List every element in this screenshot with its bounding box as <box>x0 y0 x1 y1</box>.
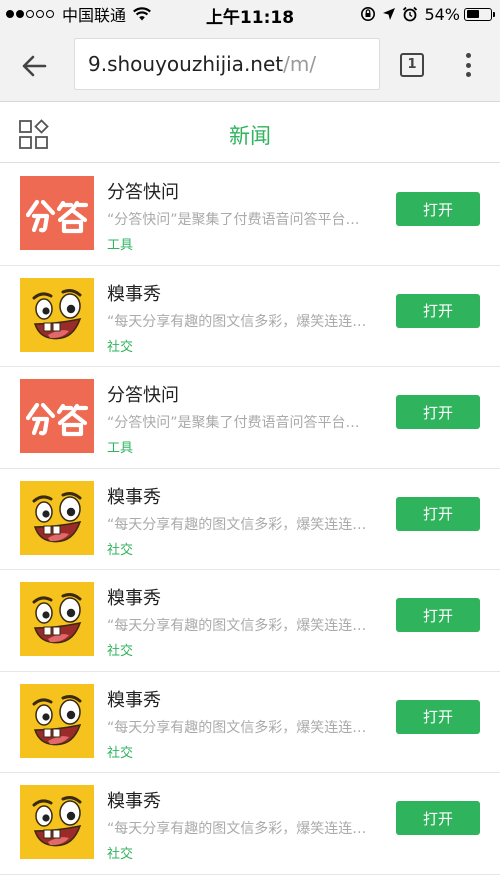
app-description: “分答快问”是聚集了付费语音问答平台… <box>107 415 360 431</box>
app-name[interactable]: 糗事秀 <box>107 483 161 509</box>
open-app-button[interactable]: 打开 <box>396 496 480 531</box>
app-name[interactable]: 糗事秀 <box>107 787 161 813</box>
app-category: 社交 <box>107 644 134 659</box>
battery-fill <box>466 10 479 18</box>
app-list-item[interactable]: 糗事秀 “每天分享有趣的图文信多彩，爆笑连连… 社交 打开 <box>0 468 500 570</box>
app-list-item[interactable]: 糗事秀 “每天分享有趣的图文信多彩，爆笑连连… 社交 打开 <box>0 773 500 875</box>
app-category: 社交 <box>107 847 134 862</box>
app-name[interactable]: 糗事秀 <box>107 584 161 610</box>
app-category: 工具 <box>107 441 134 456</box>
open-app-button[interactable]: 打开 <box>396 598 480 632</box>
back-button[interactable] <box>18 50 50 82</box>
app-list-item[interactable]: 分答快问 “分答快问”是聚集了付费语音问答平台… 工具 打开 <box>0 367 500 469</box>
status-bar: 中国联通 上午11:18 54% <box>0 0 500 28</box>
app-name[interactable]: 糗事秀 <box>107 686 161 712</box>
app-list-item[interactable]: 糗事秀 “每天分享有趣的图文信多彩，爆笑连连… 社交 打开 <box>0 265 500 367</box>
funny-face-icon[interactable] <box>20 480 94 555</box>
app-list-item[interactable]: 糗事秀 “每天分享有趣的图文信多彩，爆笑连连… 社交 打开 <box>0 671 500 773</box>
grid-icon <box>19 119 49 149</box>
open-app-button[interactable]: 打开 <box>396 192 480 226</box>
category-grid-button[interactable] <box>18 119 50 151</box>
open-app-button[interactable]: 打开 <box>396 699 480 734</box>
browser-toolbar: 9.shouyouzhijia.net/m/ 1 <box>0 28 500 102</box>
more-menu-button[interactable] <box>460 50 476 80</box>
address-bar[interactable]: 9.shouyouzhijia.net/m/ <box>74 38 380 90</box>
arrow-left-icon <box>22 55 47 77</box>
app-category: 社交 <box>107 339 134 355</box>
page-title: 新闻 <box>229 124 271 148</box>
app-list: 分答快问 “分答快问”是聚集了付费语音问答平台… 工具 打开 糗事秀 “每天分享有趣的图… <box>0 164 500 875</box>
funny-face-icon[interactable] <box>20 683 94 758</box>
location-arrow-icon <box>383 8 396 20</box>
battery-percent: 54% <box>424 4 460 24</box>
rotation-lock-icon <box>361 7 376 21</box>
page-header: 新闻 <box>0 103 500 163</box>
app-name[interactable]: 分答快问 <box>107 178 179 204</box>
battery-icon <box>464 7 495 21</box>
open-app-button[interactable]: 打开 <box>396 395 480 429</box>
tab-switcher-button[interactable]: 1 <box>400 53 424 77</box>
funny-face-icon[interactable] <box>20 277 94 352</box>
app-name[interactable]: 糗事秀 <box>107 280 161 306</box>
app-description: “每天分享有趣的图文信多彩，爆笑连连… <box>107 719 367 736</box>
app-description: “每天分享有趣的图文信多彩，爆笑连连… <box>107 313 367 330</box>
app-description: “分答快问”是聚集了付费语音问答平台… <box>107 212 360 228</box>
app-category: 社交 <box>107 542 134 558</box>
alarm-icon <box>403 6 418 22</box>
app-category: 工具 <box>107 238 134 253</box>
fenda-logo-icon[interactable] <box>20 379 94 453</box>
wifi-icon <box>133 7 151 21</box>
status-left: 中国联通 <box>6 4 152 25</box>
status-right: 54% <box>360 4 495 24</box>
signal-strength-icon <box>6 10 56 18</box>
app-name[interactable]: 分答快问 <box>107 381 179 407</box>
funny-face-icon[interactable] <box>20 582 94 656</box>
open-app-button[interactable]: 打开 <box>396 801 480 835</box>
app-description: “每天分享有趣的图文信多彩，爆笑连连… <box>107 821 367 837</box>
carrier-name: 中国联通 <box>62 6 127 25</box>
app-description: “每天分享有趣的图文信多彩，爆笑连连… <box>107 516 367 533</box>
app-list-item[interactable]: 糗事秀 “每天分享有趣的图文信多彩，爆笑连连… 社交 打开 <box>0 570 500 672</box>
url-host: 9.shouyouzhijia.net <box>88 52 284 76</box>
url-path: /m/ <box>283 52 317 76</box>
funny-face-icon[interactable] <box>20 785 94 859</box>
app-list-item[interactable]: 分答快问 “分答快问”是聚集了付费语音问答平台… 工具 打开 <box>0 164 500 266</box>
fenda-logo-icon[interactable] <box>20 176 94 250</box>
app-category: 社交 <box>107 745 134 761</box>
open-app-button[interactable]: 打开 <box>396 293 480 328</box>
app-description: “每天分享有趣的图文信多彩，爆笑连连… <box>107 618 367 634</box>
